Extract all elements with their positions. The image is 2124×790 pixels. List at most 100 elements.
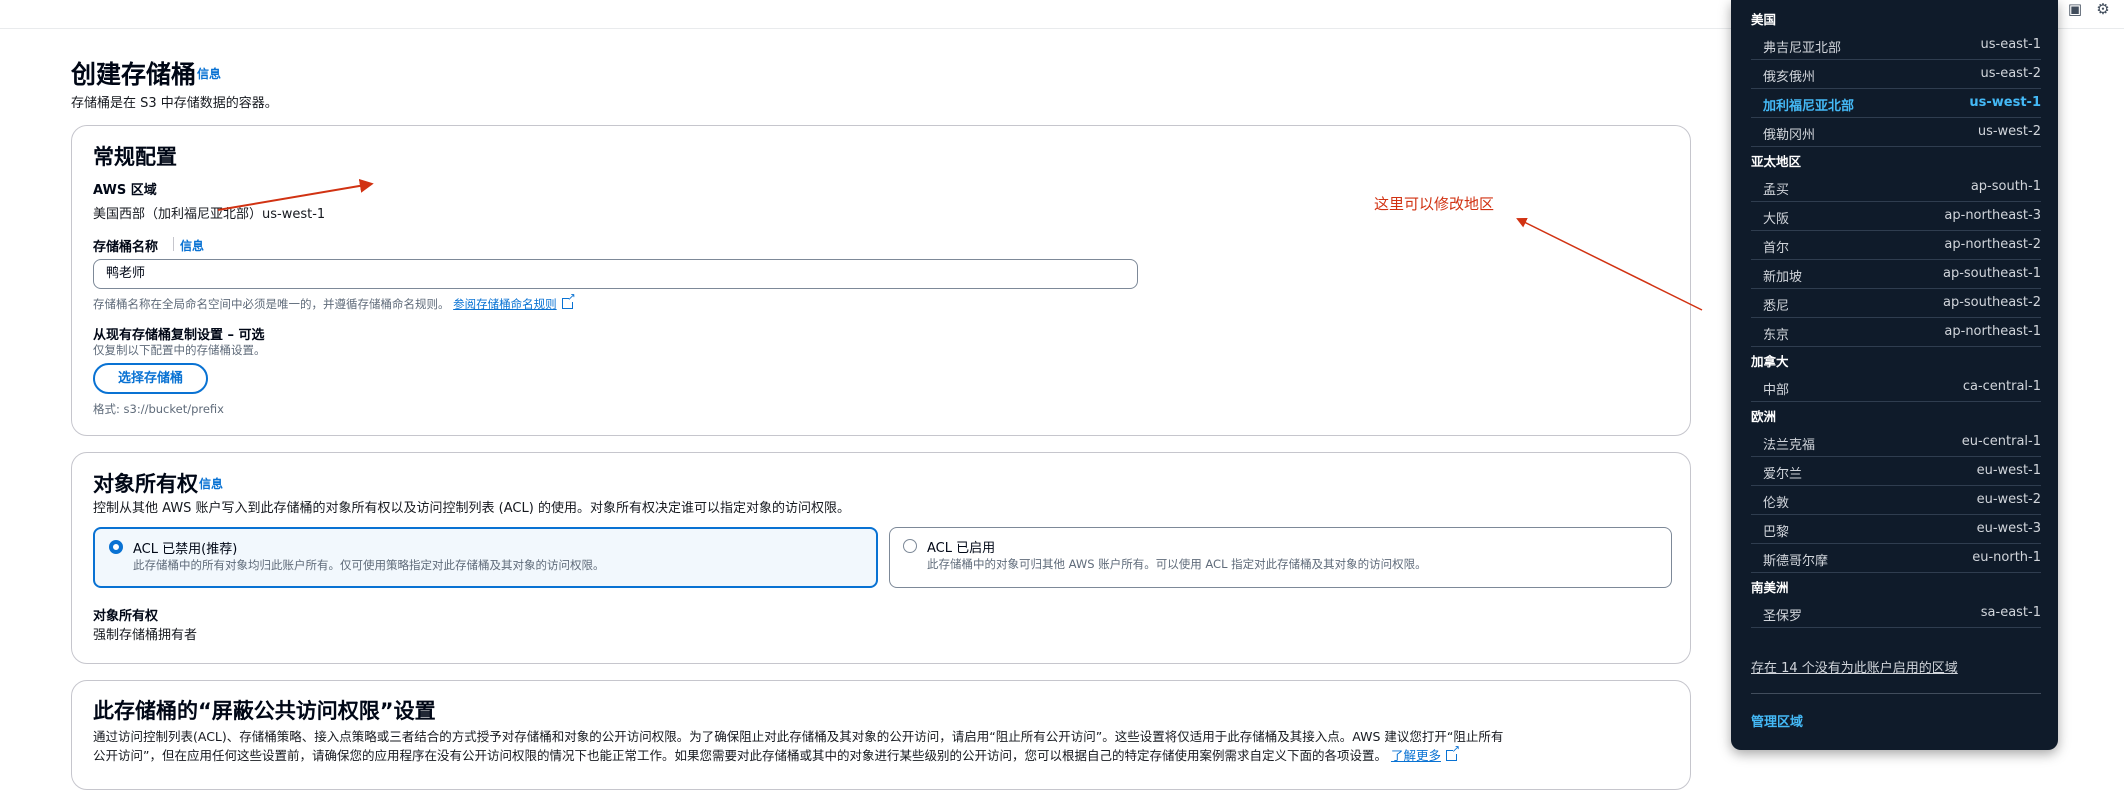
region-option-ap-northeast-2[interactable]: 首尔 ap-northeast-2 [1751, 231, 2041, 260]
region-option-name: 俄亥俄州 [1763, 70, 1816, 85]
region-option-code: ap-southeast-1 [1942, 266, 2041, 281]
region-option-ap-southeast-1[interactable]: 新加坡 ap-southeast-1 [1751, 260, 2041, 289]
page-title: 创建存储桶 [71, 60, 197, 89]
region-option-code: us-east-1 [1980, 37, 2042, 52]
object-ownership-card: 对象所有权 信息 控制从其他 AWS 账户写入到此存储桶的对象所有权以及访问控制… [71, 452, 1691, 664]
region-option-code: us-east-2 [1980, 66, 2042, 81]
learn-more-link[interactable]: 了解更多 [1391, 748, 1441, 763]
region-option-us-east-2[interactable]: 俄亥俄州 us-east-2 [1751, 60, 2041, 89]
region-option-name: 加利福尼亚北部 [1763, 99, 1855, 114]
object-owner-value: 强制存储桶拥有者 [93, 628, 198, 643]
region-option-code: ap-southeast-2 [1942, 295, 2041, 310]
copy-settings-label: 从现有存储桶复制设置 – 可选 [93, 328, 265, 343]
acl-disabled-option[interactable]: ACL 已禁用(推荐) 此存储桶中的所有对象均归此账户所有。仅可使用策略指定对此… [93, 527, 878, 588]
page-subtitle: 存储桶是在 S3 中存储数据的容器。 [71, 96, 278, 111]
block-public-access-desc-2: 公开访问”，但在应用任何这些设置前，请确保您的应用程序在没有公开访问权限的情况下… [93, 744, 1460, 764]
region-option-code: eu-north-1 [1972, 550, 2041, 565]
region-option-code: eu-central-1 [1961, 434, 2041, 449]
region-option-ap-southeast-2[interactable]: 悉尼 ap-southeast-2 [1751, 289, 2041, 318]
region-option-code: us-west-1 [1969, 95, 2041, 110]
bucket-name-hint-text: 存储桶名称在全局命名空间中必须是唯一的，并遵循存储桶命名规则。 [93, 297, 450, 311]
manage-regions-link[interactable]: 管理区域 [1751, 711, 1803, 730]
dropdown-divider [1751, 693, 2041, 694]
acl-enabled-option[interactable]: ACL 已启用 此存储桶中的对象可归其他 AWS 账户所有。可以使用 ACL 指… [889, 527, 1672, 588]
bucket-name-info-link[interactable]: 信息 [180, 237, 204, 254]
acl-disabled-desc: 此存储桶中的所有对象均归此账户所有。仅可使用策略指定对此存储桶及其对象的访问权限… [133, 558, 605, 572]
region-option-sa-east-1[interactable]: 圣保罗 sa-east-1 [1751, 599, 2041, 628]
region-option-code: eu-west-1 [1976, 463, 2041, 478]
region-option-name: 法兰克福 [1763, 438, 1816, 453]
aws-region-label: AWS 区域 [93, 183, 157, 198]
object-owner-label: 对象所有权 [93, 609, 159, 624]
region-option-eu-west-3[interactable]: 巴黎 eu-west-3 [1751, 515, 2041, 544]
aws-region-value: 美国西部（加利福尼亚北部）us-west-1 [93, 207, 326, 222]
region-option-code: us-west-2 [1977, 124, 2041, 139]
region-option-ap-south-1[interactable]: 孟买 ap-south-1 [1751, 173, 2041, 202]
region-option-ca-central-1[interactable]: 中部 ca-central-1 [1751, 373, 2041, 402]
top-icons: ▣ ⚙ [2064, 0, 2124, 20]
region-option-name: 首尔 [1763, 241, 1790, 256]
disabled-regions-link[interactable]: 存在 14 个没有为此账户启用的区域 [1751, 657, 1958, 676]
region-option-code: ap-northeast-1 [1944, 324, 2041, 339]
block-public-access-desc-1: 通过访问控制列表(ACL)、存储桶策略、接入点策略或三者结合的方式授予对存储桶和… [93, 729, 1504, 744]
region-group-header: 加拿大 [1751, 354, 1789, 369]
region-option-name: 圣保罗 [1763, 609, 1803, 624]
region-option-name: 弗吉尼亚北部 [1763, 41, 1842, 56]
region-option-eu-west-1[interactable]: 爱尔兰 eu-west-1 [1751, 457, 2041, 486]
block-public-access-heading: 此存储桶的“屏蔽公共访问权限”设置 [93, 699, 436, 723]
region-option-us-west-2[interactable]: 俄勒冈州 us-west-2 [1751, 118, 2041, 147]
region-option-code: ap-south-1 [1970, 179, 2041, 194]
choose-bucket-button[interactable]: 选择存储桶 [93, 363, 208, 394]
region-option-eu-central-1[interactable]: 法兰克福 eu-central-1 [1751, 428, 2041, 457]
block-public-access-desc-2-text: 公开访问”，但在应用任何这些设置前，请确保您的应用程序在没有公开访问权限的情况下… [93, 748, 1387, 763]
acl-enabled-radio[interactable] [903, 539, 917, 553]
region-option-us-west-1[interactable]: 加利福尼亚北部 us-west-1 [1751, 89, 2041, 118]
bucket-name-hint: 存储桶名称在全局命名空间中必须是唯一的，并遵循存储桶命名规则。 参阅存储桶命名规… [93, 292, 576, 312]
external-link-icon [1445, 744, 1460, 761]
region-option-name: 中部 [1763, 383, 1790, 398]
region-group-header: 欧洲 [1751, 409, 1777, 424]
region-dropdown[interactable]: 美国弗吉尼亚北部 us-east-1 俄亥俄州 us-east-2 加利福尼亚北部 us-… [1731, 0, 2058, 750]
region-option-ap-northeast-1[interactable]: 东京 ap-northeast-1 [1751, 318, 2041, 347]
object-ownership-heading: 对象所有权 [93, 472, 198, 496]
general-config-card: 常规配置 AWS 区域 美国西部（加利福尼亚北部）us-west-1 存储桶名称… [71, 125, 1691, 436]
region-option-name: 新加坡 [1763, 270, 1803, 285]
notifications-icon[interactable]: ▣ [2066, 0, 2084, 18]
region-option-name: 斯德哥尔摩 [1763, 554, 1829, 569]
block-public-access-card: 此存储桶的“屏蔽公共访问权限”设置 通过访问控制列表(ACL)、存储桶策略、接入… [71, 680, 1691, 790]
region-option-name: 悉尼 [1763, 299, 1790, 314]
region-option-name: 俄勒冈州 [1763, 128, 1816, 143]
region-option-eu-west-2[interactable]: 伦敦 eu-west-2 [1751, 486, 2041, 515]
external-link-icon [561, 292, 576, 309]
naming-rules-link[interactable]: 参阅存储桶命名规则 [453, 297, 557, 311]
acl-disabled-radio[interactable] [109, 540, 123, 554]
bucket-name-input[interactable]: 鸭老师 [93, 259, 1138, 289]
format-hint: 格式: s3://bucket/prefix [93, 402, 224, 416]
copy-settings-hint: 仅复制以下配置中的存储桶设置。 [93, 343, 266, 357]
settings-icon[interactable]: ⚙ [2094, 0, 2112, 18]
object-ownership-info-link[interactable]: 信息 [199, 475, 223, 492]
region-option-code: ap-northeast-2 [1944, 237, 2041, 252]
region-option-name: 东京 [1763, 328, 1790, 343]
region-option-name: 巴黎 [1763, 525, 1790, 540]
region-group-header: 亚太地区 [1751, 154, 1802, 169]
region-option-code: eu-west-3 [1976, 521, 2041, 536]
region-option-eu-north-1[interactable]: 斯德哥尔摩 eu-north-1 [1751, 544, 2041, 573]
region-option-us-east-1[interactable]: 弗吉尼亚北部 us-east-1 [1751, 31, 2041, 60]
annotation-text: 这里可以修改地区 [1374, 195, 1495, 213]
region-option-name: 大阪 [1763, 212, 1790, 227]
region-option-ap-northeast-3[interactable]: 大阪 ap-northeast-3 [1751, 202, 2041, 231]
general-config-heading: 常规配置 [93, 145, 177, 169]
object-ownership-description: 控制从其他 AWS 账户写入到此存储桶的对象所有权以及访问控制列表 (ACL) … [93, 501, 850, 516]
region-group-header: 美国 [1751, 12, 1777, 27]
region-option-code: sa-east-1 [1980, 605, 2041, 620]
acl-disabled-title: ACL 已禁用(推荐) [133, 542, 238, 557]
region-option-code: eu-west-2 [1976, 492, 2041, 507]
region-option-name: 爱尔兰 [1763, 467, 1803, 482]
acl-enabled-desc: 此存储桶中的对象可归其他 AWS 账户所有。可以使用 ACL 指定对此存储桶及其… [927, 557, 1427, 571]
region-group-header: 南美洲 [1751, 580, 1789, 595]
region-option-name: 伦敦 [1763, 496, 1790, 511]
page-info-link[interactable]: 信息 [197, 65, 221, 82]
region-option-code: ap-northeast-3 [1944, 208, 2041, 223]
bucket-name-label: 存储桶名称 [93, 240, 159, 255]
